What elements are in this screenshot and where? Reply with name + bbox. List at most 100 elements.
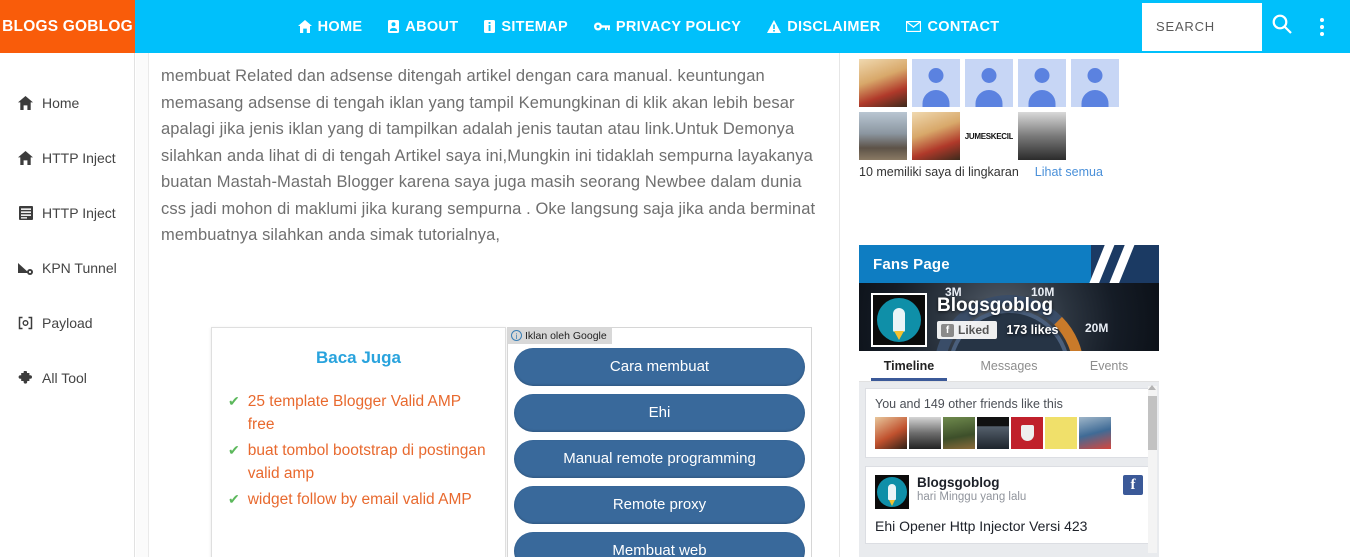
header-accent-block [1086, 245, 1159, 283]
friends-like-card: You and 149 other friends like this [865, 388, 1153, 458]
info-icon: i [511, 330, 522, 341]
friend-avatar-row [875, 417, 1143, 449]
avatar[interactable] [875, 475, 909, 509]
google-ad-block: i Iklan oleh Google Cara membuat Ehi Man… [507, 326, 812, 557]
avatar[interactable] [1011, 417, 1043, 449]
avatar[interactable] [859, 59, 907, 107]
google-plus-followers-widget: JUMESKECIL 10 memiliki saya di lingkaran… [859, 59, 1159, 179]
avatar[interactable] [965, 59, 1013, 107]
sidebar-item-all-tool[interactable]: All Tool [0, 350, 134, 405]
sidebar-item-all-tool-label: All Tool [42, 369, 87, 386]
site-header: BLOGS GOBLOG HOME ABOUT SITEMAP PRIVACY … [0, 0, 1350, 53]
fans-page-like-row: f Liked 173 likes [937, 321, 1058, 339]
fans-page-avatar[interactable] [871, 293, 927, 347]
sidebar-item-http-inject-2[interactable]: HTTP Inject [0, 185, 134, 240]
overflow-menu-button[interactable] [1302, 0, 1342, 53]
main-navigation: HOME ABOUT SITEMAP PRIVACY POLICY DISCLA… [135, 0, 1142, 53]
follower-avatar-row-2: JUMESKECIL [859, 112, 1159, 160]
avatar[interactable] [912, 59, 960, 107]
likes-count: 173 likes [1006, 323, 1059, 337]
tab-messages[interactable]: Messages [959, 351, 1059, 381]
list-item[interactable]: ✔ buat tombol bootstrap di postingan val… [228, 439, 489, 485]
related-posts-list: ✔ 25 template Blogger Valid AMP free ✔ b… [228, 390, 489, 511]
avatar[interactable] [912, 112, 960, 160]
search-icon [1271, 13, 1293, 40]
ad-link-button[interactable]: Ehi [514, 393, 805, 432]
home-icon [18, 95, 33, 110]
fans-page-widget-header: Fans Page [859, 245, 1159, 283]
nav-item-privacy-policy[interactable]: PRIVACY POLICY [593, 19, 741, 35]
avatar[interactable] [1071, 59, 1119, 107]
nav-item-contact-label: CONTACT [927, 18, 1000, 35]
header-search-area [1142, 0, 1350, 53]
sidebar-item-kpn-tunnel[interactable]: KPN Tunnel [0, 240, 134, 295]
inline-widgets-row: Baca Juga ✔ 25 template Blogger Valid AM… [161, 326, 839, 557]
right-sidebar: JUMESKECIL 10 memiliki saya di lingkaran… [841, 53, 1350, 557]
fans-page-widget-title: Fans Page [873, 255, 950, 273]
sidebar-item-kpn-tunnel-label: KPN Tunnel [42, 259, 117, 276]
avatar[interactable] [1079, 417, 1111, 449]
rocket-icon [877, 298, 921, 342]
key-icon [593, 21, 610, 32]
search-input[interactable] [1142, 2, 1262, 51]
nav-item-home-label: HOME [317, 18, 363, 35]
code-brackets-icon [18, 316, 33, 330]
list-item[interactable]: ✔ widget follow by email valid AMP [228, 488, 489, 511]
nav-item-about[interactable]: ABOUT [388, 19, 458, 35]
ad-link-button[interactable]: Remote proxy [514, 485, 805, 524]
post-timestamp: hari Minggu yang lalu [917, 491, 1027, 503]
followers-footer: 10 memiliki saya di lingkaran Lihat semu… [859, 165, 1159, 179]
post-author-name[interactable]: Blogsgoblog [917, 475, 1026, 490]
fans-page-feed: You and 149 other friends like this Blog… [859, 382, 1159, 557]
facebook-icon: f [941, 323, 954, 337]
see-all-link[interactable]: Lihat semua [1035, 165, 1103, 179]
check-icon: ✔ [228, 441, 240, 458]
puzzle-icon [18, 370, 33, 385]
kebab-menu-icon [1320, 17, 1324, 36]
post-body-text: Ehi Opener Http Injector Versi 423 [875, 518, 1088, 534]
nav-item-sitemap-label: SITEMAP [501, 18, 568, 35]
avatar[interactable] [1018, 59, 1066, 107]
site-logo[interactable]: BLOGS GOBLOG [0, 0, 135, 53]
avatar[interactable]: JUMESKECIL [965, 112, 1013, 160]
avatar-logo-text: JUMESKECIL [965, 131, 1013, 141]
related-post-link[interactable]: widget follow by email valid AMP [248, 488, 472, 511]
avatar[interactable] [977, 417, 1009, 449]
sidebar-item-home[interactable]: Home [0, 75, 134, 130]
ad-link-button[interactable]: Cara membuat [514, 347, 805, 386]
avatar[interactable] [859, 112, 907, 160]
info-icon [484, 20, 496, 33]
nav-item-about-label: ABOUT [405, 18, 459, 35]
list-item[interactable]: ✔ 25 template Blogger Valid AMP free [228, 390, 489, 436]
follower-avatar-row-1 [859, 59, 1159, 107]
search-button[interactable] [1262, 0, 1302, 53]
layout-gutter [136, 53, 149, 557]
site-logo-text: BLOGS GOBLOG [2, 17, 133, 35]
avatar[interactable] [875, 417, 907, 449]
gauge-mark-3: 20M [1085, 321, 1109, 335]
feed-scrollbar-thumb[interactable] [1148, 396, 1157, 450]
tab-timeline[interactable]: Timeline [859, 351, 959, 381]
nav-item-sitemap[interactable]: SITEMAP [484, 19, 568, 35]
sidebar-item-payload[interactable]: Payload [0, 295, 134, 350]
nav-item-contact[interactable]: CONTACT [906, 19, 999, 35]
liked-button[interactable]: f Liked [937, 321, 998, 339]
related-post-link[interactable]: 25 template Blogger Valid AMP free [248, 390, 489, 436]
nav-item-disclaimer[interactable]: DISCLAIMER [767, 19, 880, 35]
avatar[interactable] [909, 417, 941, 449]
facebook-icon: f [1123, 475, 1143, 495]
sidebar-item-http-inject-1[interactable]: HTTP Inject [0, 130, 134, 185]
ad-link-button[interactable]: Membuat web [514, 531, 805, 557]
avatar[interactable] [1018, 112, 1066, 160]
ad-link-button[interactable]: Manual remote programming [514, 439, 805, 478]
related-posts-card: Baca Juga ✔ 25 template Blogger Valid AM… [211, 326, 506, 557]
tab-events[interactable]: Events [1059, 351, 1159, 381]
avatar[interactable] [1045, 417, 1077, 449]
related-post-link[interactable]: buat tombol bootstrap di postingan valid… [248, 439, 489, 485]
ad-attribution-label[interactable]: i Iklan oleh Google [508, 327, 612, 344]
list-icon [18, 205, 33, 220]
avatar[interactable] [943, 417, 975, 449]
scroll-up-arrow-icon[interactable] [1148, 385, 1156, 390]
envelope-icon [906, 21, 922, 32]
nav-item-home[interactable]: HOME [297, 18, 363, 35]
